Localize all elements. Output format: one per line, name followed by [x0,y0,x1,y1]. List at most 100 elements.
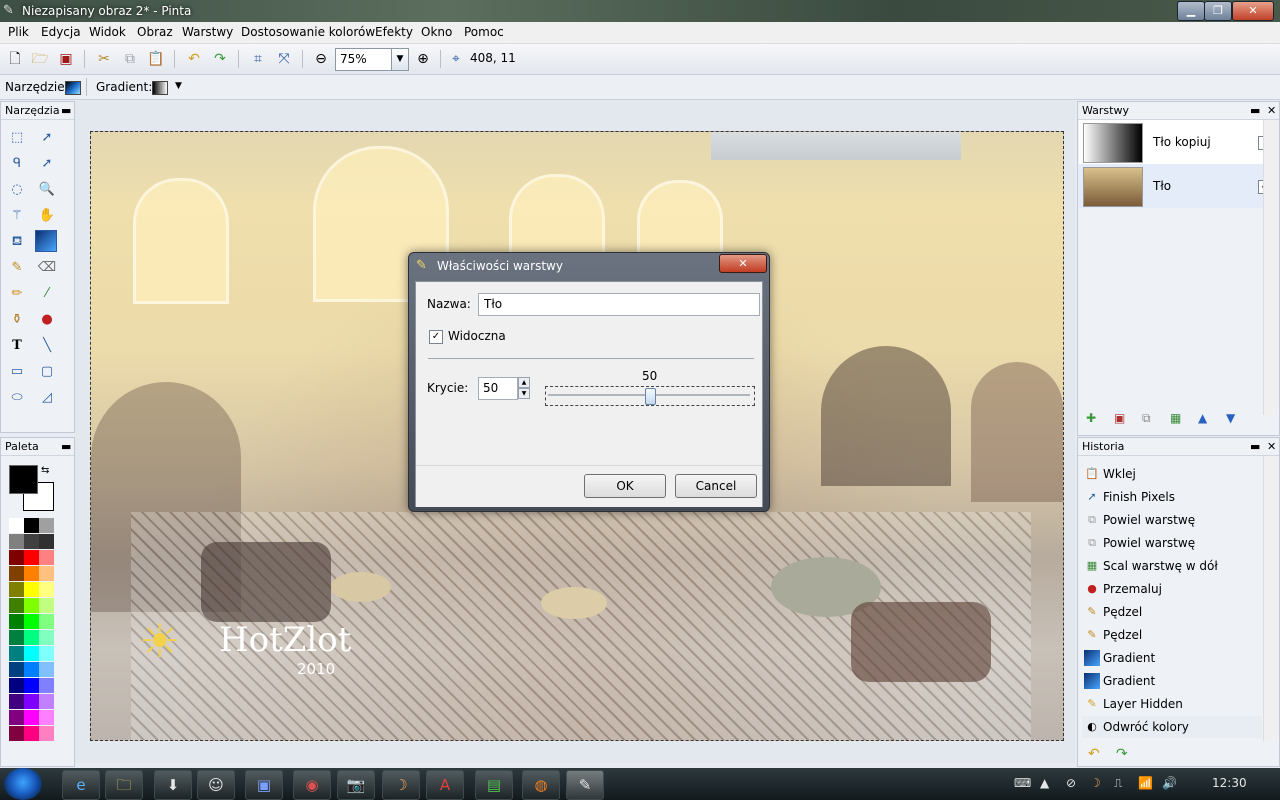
palette-swatch[interactable] [24,518,39,533]
move-layer-up-icon[interactable]: ▲ [1198,411,1207,425]
palette-swatch[interactable] [9,566,24,581]
slider-thumb[interactable] [645,388,656,405]
minimize-panel-icon[interactable]: ▬ [1250,440,1260,453]
paint-app-tray-icon[interactable]: ☽ [1090,776,1101,790]
pdf-icon[interactable]: A [426,770,464,800]
chevron-down-icon[interactable]: ▼ [391,49,408,70]
palette-swatch[interactable] [39,550,54,565]
open-folder-icon[interactable]: 🗁 [30,49,50,69]
history-item[interactable]: ● Przemaluj [1082,578,1262,600]
media-icon[interactable]: ◉ [293,770,331,800]
close-button[interactable]: ✕ [1232,1,1274,21]
crop-icon[interactable]: ⌗ [248,49,268,69]
merge-layer-icon[interactable]: ▦ [1170,411,1181,425]
palette-swatch[interactable] [39,534,54,549]
paint-app-icon[interactable]: ☽ [382,770,420,800]
paintbrush-icon[interactable]: ✎ [7,258,27,278]
line-curve-icon[interactable]: ╲ [37,336,57,356]
magic-wand-icon[interactable]: ⚚ [7,206,27,226]
palette-swatch[interactable] [39,518,54,533]
minimize-button[interactable]: ▁ [1177,1,1205,21]
add-layer-icon[interactable]: ✚ [1086,411,1096,425]
history-item[interactable]: Gradient [1082,647,1262,669]
palette-swatch[interactable] [9,678,24,693]
menu-layers[interactable]: Warstwy [182,25,233,39]
minimize-panel-icon[interactable]: ▬ [61,104,71,117]
palette-swatch[interactable] [9,646,24,661]
palette-swatch[interactable] [9,694,24,709]
current-tool-icon[interactable] [65,81,81,95]
layer-row[interactable]: Tło kopiuj [1079,120,1272,164]
ok-button[interactable]: OK [584,474,666,498]
palette-swatch[interactable] [39,710,54,725]
layers-scrollbar[interactable] [1263,120,1278,415]
minimize-panel-icon[interactable]: ▬ [1250,104,1260,117]
messenger-icon[interactable]: ☺ [197,770,235,800]
spin-down-icon[interactable]: ▼ [518,388,530,399]
palette-swatch[interactable] [39,678,54,693]
menu-file[interactable]: Plik [8,25,29,39]
menu-view[interactable]: Widok [89,25,126,39]
palette-swatch[interactable] [24,534,39,549]
palette-swatch[interactable] [9,582,24,597]
history-item[interactable]: ✎ Pędzel [1082,624,1262,646]
clone-stamp-icon[interactable]: ⚱ [7,310,27,330]
cancel-button[interactable]: Cancel [675,474,757,498]
palette-swatch[interactable] [24,678,39,693]
paint-bucket-icon[interactable]: ⛾ [7,232,27,252]
close-panel-icon[interactable]: ✕ [1267,440,1276,453]
swap-colors-icon[interactable]: ⇆ [41,465,49,476]
menu-effects[interactable]: Efekty [375,25,413,39]
gradient-tool-icon[interactable] [35,230,57,252]
save-icon[interactable]: ▣ [245,770,283,800]
ellipse-select-icon[interactable]: ◌ [7,180,27,200]
paste-icon[interactable]: 📋 [146,49,166,69]
start-button[interactable] [4,768,42,800]
terminal-icon[interactable]: ▤ [475,770,513,800]
redo-icon[interactable]: ↷ [210,49,230,69]
rectangle-icon[interactable]: ▭ [7,362,27,382]
minimize-panel-icon[interactable]: ▬ [61,440,71,453]
palette-swatch[interactable] [9,630,24,645]
palette-swatch[interactable] [9,726,24,741]
copy-icon[interactable]: ⧉ [120,49,140,69]
gradient-type-icon[interactable] [152,81,168,95]
visible-checkbox[interactable]: ✓ [429,330,443,344]
volume-icon[interactable]: 🔊 [1162,776,1177,790]
delete-layer-icon[interactable]: ▣ [1114,411,1125,425]
palette-swatch[interactable] [24,582,39,597]
layer-name-field[interactable]: Tło [478,293,760,316]
history-scrollbar[interactable] [1263,456,1278,741]
zoom-combobox[interactable]: 75% ▼ [335,48,409,71]
zoom-tool-icon[interactable]: 🔍 [37,180,57,200]
rounded-rectangle-icon[interactable]: ▢ [37,362,57,382]
palette-swatch[interactable] [39,566,54,581]
history-item[interactable]: ▦ Scal warstwę w dół [1082,555,1262,577]
duplicate-layer-icon[interactable]: ⧉ [1142,411,1151,426]
palette-swatch[interactable] [24,662,39,677]
history-item[interactable]: 📋 Wklej [1082,463,1262,485]
menu-adjustments[interactable]: Dostosowanie kolorów [241,25,375,39]
palette-swatch[interactable] [9,534,24,549]
palette-swatch[interactable] [24,694,39,709]
text-tool-icon[interactable]: T [7,336,27,356]
new-file-icon[interactable]: 🗋 [5,49,25,69]
palette-swatch[interactable] [24,710,39,725]
palette-swatch[interactable] [24,630,39,645]
chevron-down-icon[interactable]: ▼ [175,81,182,91]
save-icon[interactable]: ▣ [56,49,76,69]
history-item[interactable]: ✎ Pędzel [1082,601,1262,623]
history-item[interactable]: Gradient [1082,670,1262,692]
menu-edit[interactable]: Edycja [41,25,81,39]
palette-swatch[interactable] [39,614,54,629]
palette-swatch[interactable] [9,710,24,725]
palette-swatch[interactable] [9,518,24,533]
deselect-icon[interactable]: ⤧ [274,49,294,69]
clock[interactable]: 12:30 [1212,776,1247,790]
layer-row[interactable]: Tło ✓ [1079,164,1272,208]
eraser-icon[interactable]: ⌫ [37,258,57,278]
history-item-current[interactable]: ◐ Odwróć kolory [1082,716,1262,738]
spin-up-icon[interactable]: ▲ [518,377,530,388]
tray-expand-icon[interactable]: ▲ [1040,776,1049,790]
opacity-spinbox[interactable]: 50 [478,377,518,400]
